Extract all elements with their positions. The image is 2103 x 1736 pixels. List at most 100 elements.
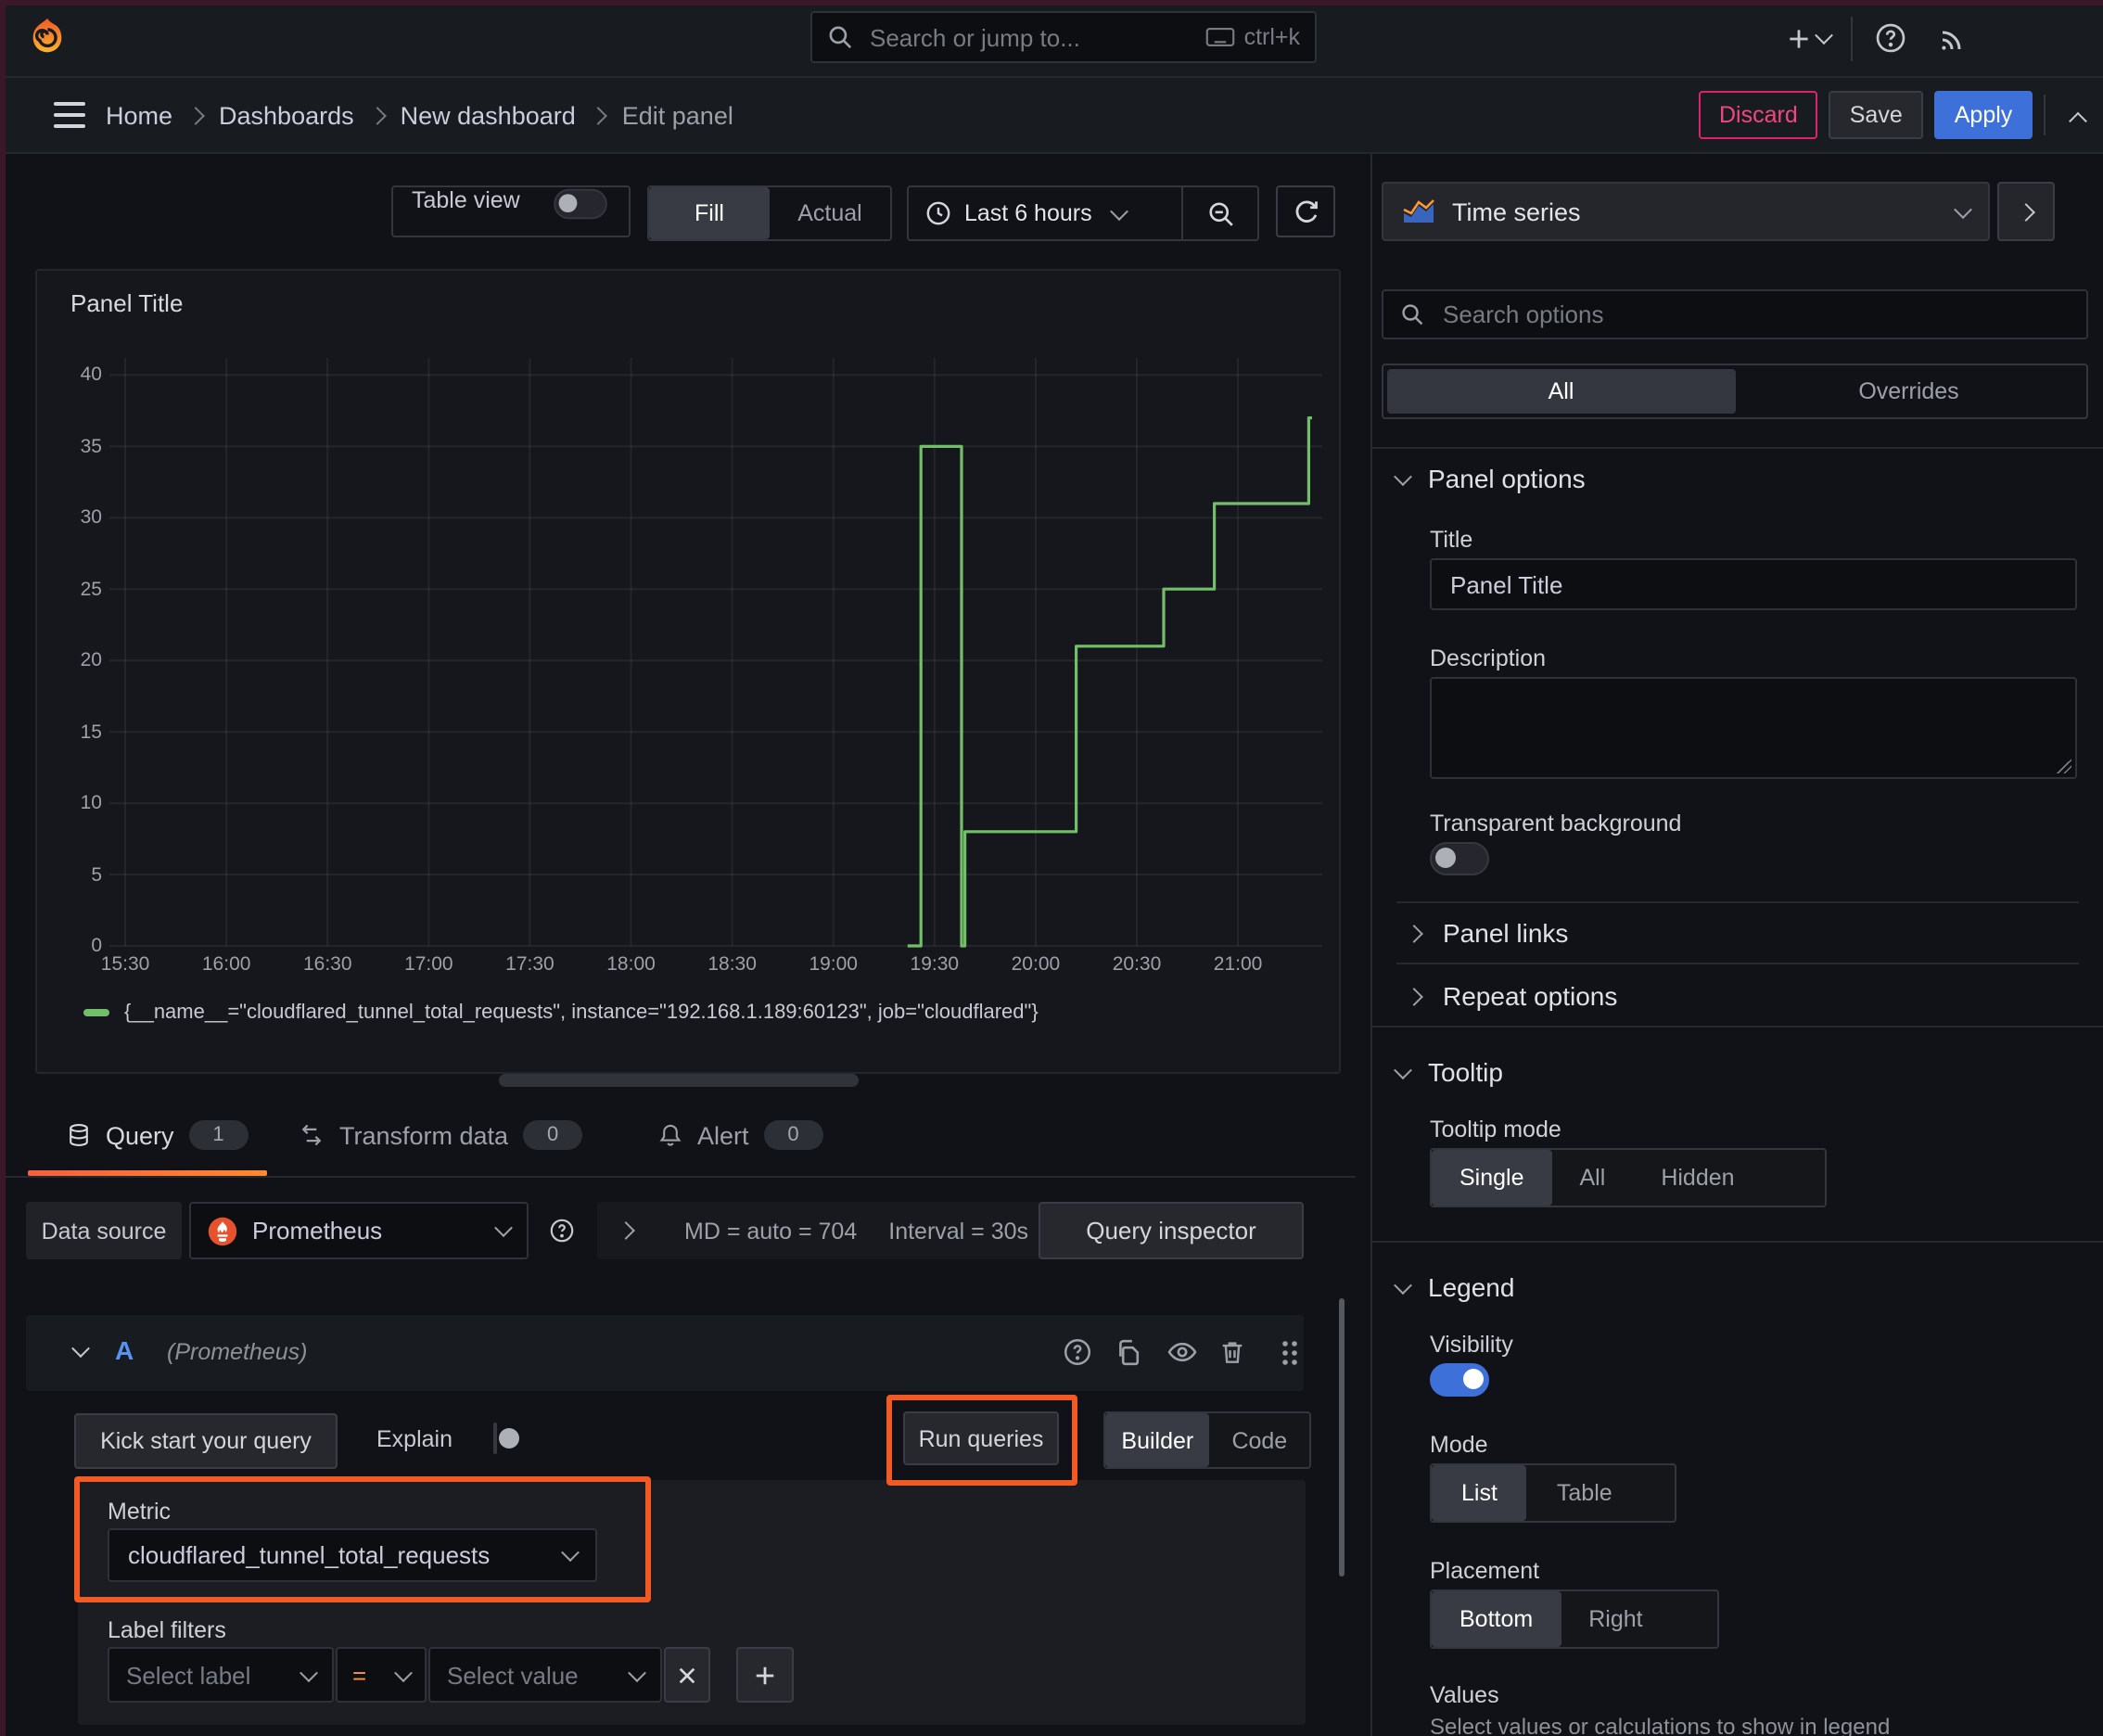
- code-option[interactable]: Code: [1210, 1413, 1309, 1467]
- tab-transform-label: Transform data: [339, 1121, 509, 1149]
- builder-option[interactable]: Builder: [1105, 1413, 1210, 1467]
- query-inspector-button[interactable]: Query inspector: [1039, 1202, 1304, 1259]
- options-search[interactable]: [1382, 289, 2088, 339]
- panel-title-input[interactable]: [1430, 558, 2077, 610]
- apply-button[interactable]: Apply: [1933, 91, 2033, 139]
- collapse-header-icon[interactable]: [2057, 91, 2097, 139]
- tooltip-mode-single[interactable]: Single: [1432, 1150, 1552, 1206]
- options-tab-all[interactable]: All: [1387, 369, 1735, 414]
- legend-visibility-toggle[interactable]: [1430, 1363, 1489, 1397]
- add-filter-button[interactable]: [736, 1647, 794, 1703]
- breadcrumb-home[interactable]: Home: [106, 101, 172, 129]
- refresh-button[interactable]: [1276, 185, 1335, 237]
- database-icon: [67, 1122, 91, 1148]
- x-tick-label: 20:30: [1112, 953, 1162, 976]
- window-frame-top: [0, 0, 2103, 6]
- chevron-down-icon: [1394, 466, 1412, 486]
- section-legend[interactable]: Legend: [1394, 1272, 1514, 1302]
- legend-mode-list[interactable]: List: [1432, 1465, 1527, 1521]
- breadcrumb-separator-icon: [367, 106, 387, 124]
- select-value-dropdown[interactable]: Select value: [428, 1647, 662, 1703]
- kick-start-query-button[interactable]: Kick start your query: [74, 1413, 338, 1469]
- section-panel-options[interactable]: Panel options: [1394, 464, 1586, 493]
- query-ref-id[interactable]: A: [115, 1335, 134, 1365]
- clock-icon: [925, 200, 951, 226]
- transparent-bg-toggle[interactable]: [1430, 842, 1489, 875]
- actual-option[interactable]: Actual: [770, 187, 890, 239]
- add-new-button[interactable]: [1777, 12, 1840, 64]
- explain-toggle[interactable]: [493, 1423, 519, 1454]
- tab-query[interactable]: Query 1: [67, 1120, 249, 1150]
- query-help-icon[interactable]: [1063, 1337, 1092, 1367]
- options-tab-overrides[interactable]: Overrides: [1735, 369, 2083, 414]
- page-header: Home Dashboards New dashboard Edit panel…: [0, 78, 2103, 154]
- grafana-logo[interactable]: [26, 17, 69, 59]
- breadcrumb-dashboards[interactable]: Dashboards: [219, 101, 354, 129]
- select-label-dropdown[interactable]: Select label: [108, 1647, 334, 1703]
- section-panel-links[interactable]: Panel links: [1405, 918, 1569, 948]
- remove-filter-button[interactable]: [664, 1647, 710, 1703]
- news-rss-icon[interactable]: [1927, 12, 1979, 64]
- tooltip-mode-hidden[interactable]: Hidden: [1633, 1150, 1762, 1206]
- actions-divider: [2044, 95, 2046, 135]
- legend-mode-table[interactable]: Table: [1527, 1465, 1642, 1521]
- section-tooltip[interactable]: Tooltip: [1394, 1057, 1503, 1087]
- table-view-toggle[interactable]: [554, 188, 607, 220]
- datasource-help-button[interactable]: [538, 1202, 586, 1259]
- discard-button[interactable]: Discard: [1699, 91, 1818, 139]
- chevron-down-icon: [394, 1663, 413, 1682]
- global-search[interactable]: ctrl+k: [810, 11, 1317, 63]
- vertical-scrollbar[interactable]: [1339, 1298, 1345, 1576]
- tooltip-mode-label: Tooltip mode: [1430, 1117, 1561, 1142]
- x-tick-label: 19:30: [910, 953, 960, 976]
- legend-item[interactable]: {__name__="cloudflared_tunnel_total_requ…: [83, 1002, 1039, 1024]
- resize-handle-icon[interactable]: [2057, 759, 2071, 773]
- tab-transform[interactable]: Transform data 0: [299, 1120, 583, 1150]
- time-range-picker[interactable]: Last 6 hours: [909, 187, 1181, 239]
- metric-select[interactable]: cloudflared_tunnel_total_requests: [108, 1528, 597, 1582]
- fill-option[interactable]: Fill: [649, 187, 770, 239]
- chevron-down-icon: [1394, 1060, 1412, 1079]
- options-search-input[interactable]: [1439, 299, 2070, 330]
- section-repeat-options[interactable]: Repeat options: [1405, 981, 1617, 1011]
- breadcrumb-edit-panel: Edit panel: [621, 101, 733, 129]
- help-icon[interactable]: [1864, 12, 1916, 64]
- chevron-down-icon: [561, 1543, 580, 1563]
- zoom-out-time-button[interactable]: [1183, 187, 1257, 239]
- collapse-query-icon[interactable]: [71, 1339, 90, 1359]
- y-tick-label: 30: [80, 506, 102, 530]
- description-field-label: Description: [1430, 645, 1547, 671]
- y-tick-label: 35: [80, 435, 102, 458]
- visualization-picker[interactable]: Time series: [1382, 182, 1990, 241]
- section-divider: [1396, 901, 2079, 903]
- breadcrumb-new-dashboard[interactable]: New dashboard: [401, 101, 576, 129]
- save-button[interactable]: Save: [1829, 91, 1923, 139]
- search-shortcut: ctrl+k: [1243, 24, 1300, 50]
- hide-query-icon[interactable]: [1166, 1337, 1198, 1367]
- tab-alert[interactable]: Alert 0: [658, 1120, 823, 1150]
- legend-placement-right[interactable]: Right: [1561, 1591, 1670, 1647]
- chart-panel[interactable]: Panel Title 0 5 10 15 20 25 30 35 40 15:30 16:00 1…: [35, 269, 1341, 1074]
- search-input[interactable]: [866, 21, 1205, 53]
- query-datasource-name: (Prometheus): [167, 1339, 308, 1365]
- toggle-viz-pane-button[interactable]: [1997, 182, 2055, 241]
- menu-toggle[interactable]: [45, 93, 93, 137]
- datasource-picker[interactable]: Prometheus: [189, 1202, 529, 1259]
- tab-query-count: 1: [188, 1120, 249, 1150]
- legend-mode-label: Mode: [1430, 1432, 1488, 1458]
- query-row-header[interactable]: A (Prometheus): [26, 1315, 1304, 1391]
- section-title: Panel links: [1443, 918, 1569, 948]
- x-tick-label: 15:30: [100, 953, 150, 976]
- x-tick-label: 20:00: [1011, 953, 1061, 976]
- chevron-down-icon: [494, 1219, 513, 1238]
- duplicate-query-icon[interactable]: [1115, 1337, 1144, 1367]
- drag-handle-icon[interactable]: [1280, 1339, 1300, 1367]
- delete-query-icon[interactable]: [1218, 1337, 1246, 1367]
- tooltip-mode-all[interactable]: All: [1552, 1150, 1634, 1206]
- operator-dropdown[interactable]: =: [336, 1647, 427, 1703]
- run-queries-button[interactable]: Run queries: [903, 1411, 1059, 1465]
- panel-description-textarea[interactable]: [1430, 677, 2077, 779]
- horizontal-scrollbar[interactable]: [499, 1074, 859, 1087]
- legend-placement-bottom[interactable]: Bottom: [1432, 1591, 1561, 1647]
- editor-tabs: Query 1 Transform data 0 Alert 0: [0, 1109, 1356, 1178]
